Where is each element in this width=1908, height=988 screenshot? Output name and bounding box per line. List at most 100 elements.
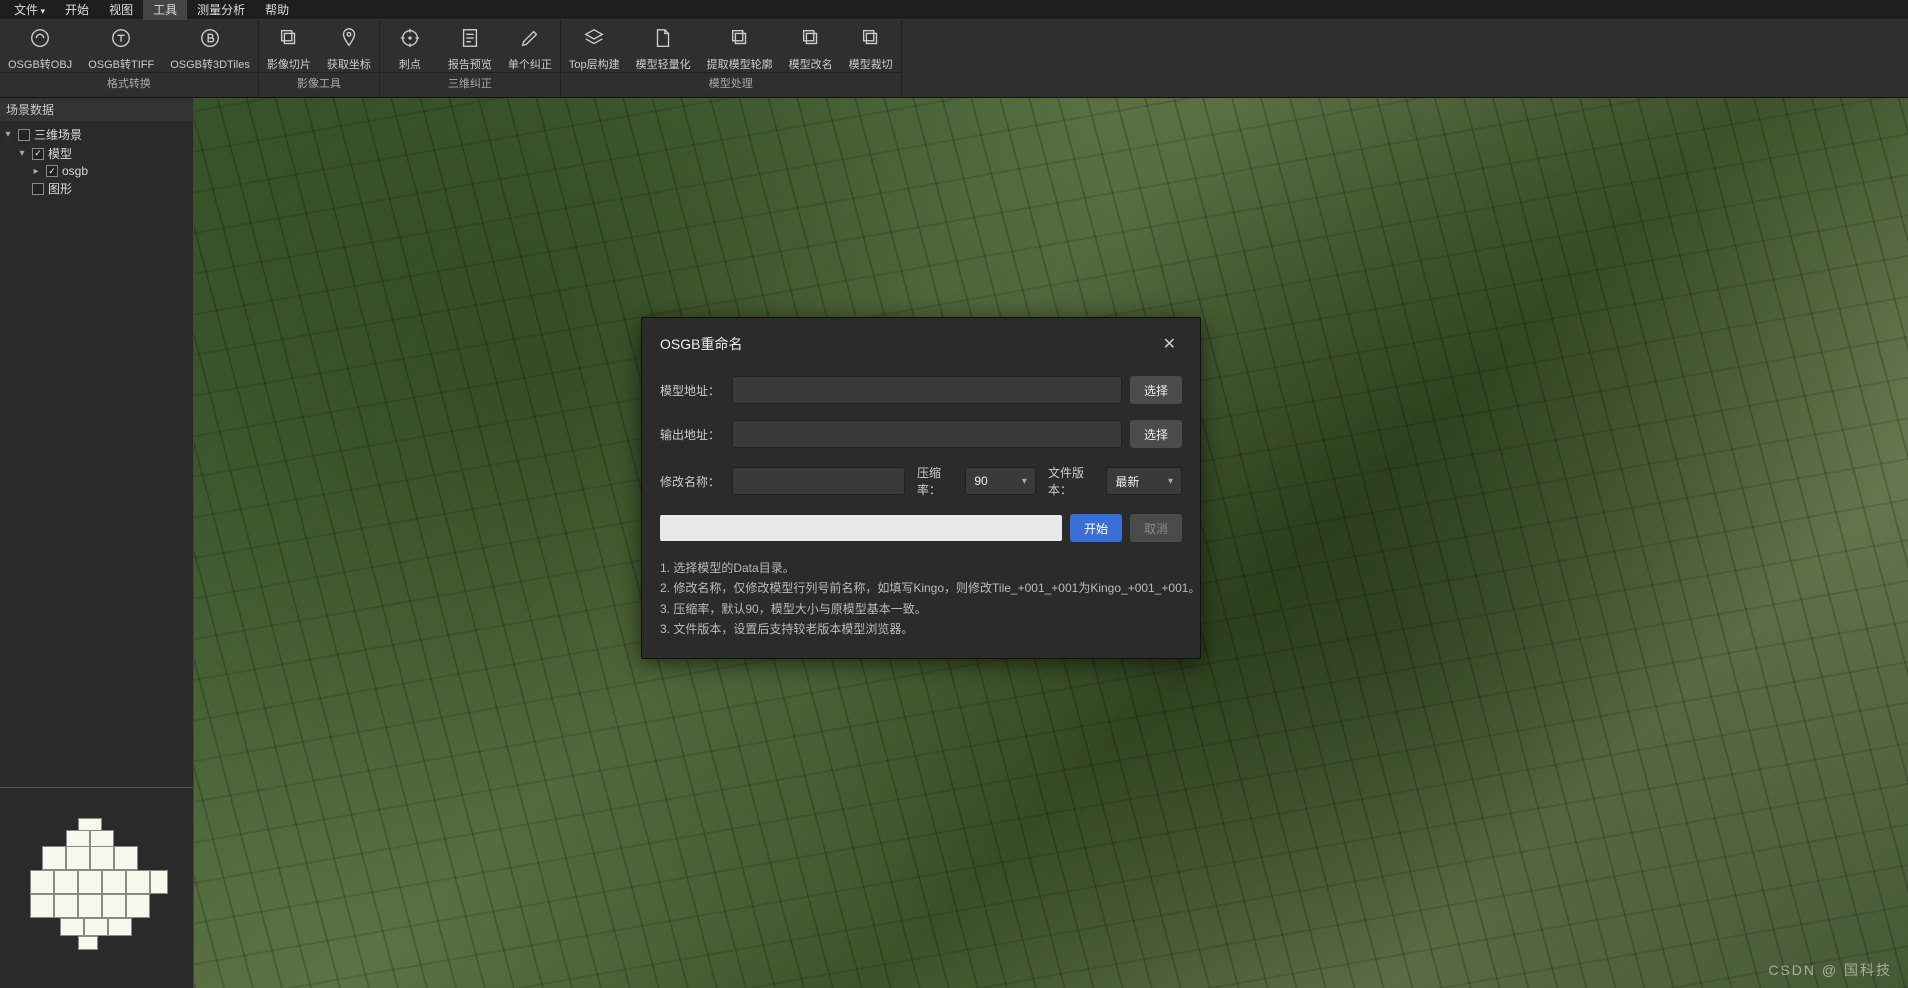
menu-开始[interactable]: 开始 — [55, 0, 99, 20]
osgb-to-tiff-button[interactable]: OSGB转TIFF — [80, 20, 162, 72]
prick-label: 刺点 — [399, 56, 421, 72]
model-path-input[interactable] — [732, 376, 1122, 404]
menu-测量分析[interactable]: 测量分析 — [187, 0, 255, 20]
ribbon-group-模型处理: Top层构建模型轻量化提取模型轮廓模型改名模型裁切模型处理 — [561, 20, 902, 97]
single-correct-button[interactable]: 单个纠正 — [500, 20, 560, 72]
tree-checkbox[interactable] — [18, 129, 30, 141]
osgb-rename-dialog: OSGB重命名 ✕ 模型地址： 选择 输出地址： 选择 修改名称： 压缩率 — [641, 317, 1201, 659]
version-value: 最新 — [1115, 473, 1139, 490]
tree-node-图形[interactable]: 图形 — [2, 179, 191, 198]
compress-label: 压缩率： — [917, 464, 957, 498]
help-line: 3. 压缩率，默认90，模型大小与原模型基本一致。 — [660, 599, 1182, 619]
tree-node-三维场景[interactable]: ▾ 三维场景 — [2, 125, 191, 144]
menu-工具[interactable]: 工具 — [143, 0, 187, 20]
ribbon-group-label: 格式转换 — [0, 72, 258, 94]
report-preview-label: 报告预览 — [448, 56, 492, 72]
tree-label: 三维场景 — [34, 126, 82, 143]
output-path-input[interactable] — [732, 420, 1122, 448]
ribbon-group-label: 模型处理 — [561, 72, 901, 94]
tree-checkbox[interactable] — [32, 148, 44, 160]
tree-toggle-icon[interactable]: ▾ — [2, 129, 14, 140]
copy-icon — [799, 26, 823, 50]
image-tile-label: 影像切片 — [267, 56, 311, 72]
target-icon — [398, 26, 422, 50]
model-path-row: 模型地址： 选择 — [660, 376, 1182, 404]
version-label: 文件版本： — [1048, 464, 1098, 498]
prick-button[interactable]: 刺点 — [380, 20, 440, 72]
pin-icon — [337, 26, 361, 50]
tree-checkbox[interactable] — [46, 165, 58, 177]
compress-select[interactable]: 90 — [965, 467, 1036, 495]
compress-value: 90 — [974, 474, 987, 488]
rename-input[interactable] — [732, 467, 905, 495]
tree-label: 模型 — [48, 145, 72, 162]
start-button[interactable]: 开始 — [1070, 514, 1122, 542]
report-preview-button[interactable]: 报告预览 — [440, 20, 500, 72]
ribbon-group-影像工具: 影像切片获取坐标影像工具 — [259, 20, 380, 97]
model-path-label: 模型地址： — [660, 382, 724, 399]
layers-icon — [582, 26, 606, 50]
dialog-header: OSGB重命名 ✕ — [642, 318, 1200, 366]
help-text: 1. 选择模型的Data目录。2. 修改名称，仅修改模型行列号前名称，如填写Ki… — [660, 558, 1182, 640]
get-coord-label: 获取坐标 — [327, 56, 371, 72]
extract-outline-button[interactable]: 提取模型轮廓 — [699, 20, 781, 72]
menu-视图[interactable]: 视图 — [99, 0, 143, 20]
output-path-row: 输出地址： 选择 — [660, 420, 1182, 448]
minimap[interactable] — [0, 788, 193, 988]
tree-label: 图形 — [48, 180, 72, 197]
model-path-pick-button[interactable]: 选择 — [1130, 376, 1182, 404]
cancel-button[interactable]: 取消 — [1130, 514, 1182, 542]
help-line: 3. 文件版本，设置后支持较老版本模型浏览器。 — [660, 619, 1182, 639]
workspace: 场景数据 ▾ 三维场景 ▾ 模型 ▸ osgb 图形 — [0, 98, 1908, 988]
close-icon[interactable]: ✕ — [1157, 332, 1182, 356]
model-crop-button[interactable]: 模型裁切 — [841, 20, 901, 72]
tree-toggle-icon[interactable]: ▸ — [30, 166, 42, 177]
progress-bar — [660, 515, 1062, 541]
help-line: 2. 修改名称，仅修改模型行列号前名称，如填写Kingo，则修改Tile_+00… — [660, 578, 1182, 598]
menu-文件[interactable]: 文件 — [4, 0, 55, 20]
sidebar: 场景数据 ▾ 三维场景 ▾ 模型 ▸ osgb 图形 — [0, 98, 194, 988]
tree-checkbox[interactable] — [32, 183, 44, 195]
single-correct-label: 单个纠正 — [508, 56, 552, 72]
menu-帮助[interactable]: 帮助 — [255, 0, 299, 20]
tree-toggle-icon[interactable]: ▾ — [16, 148, 28, 159]
progress-row: 开始 取消 — [660, 514, 1182, 542]
dialog-body: 模型地址： 选择 输出地址： 选择 修改名称： 压缩率： 90 文件版本： 最新 — [642, 366, 1200, 658]
pen-icon — [518, 26, 542, 50]
copy-icon — [859, 26, 883, 50]
copy-icon — [728, 26, 752, 50]
rename-label: 修改名称： — [660, 473, 724, 490]
model-rename-button[interactable]: 模型改名 — [781, 20, 841, 72]
convert-c-icon — [28, 26, 52, 50]
tree-node-模型[interactable]: ▾ 模型 — [2, 144, 191, 163]
osgb-to-obj-button[interactable]: OSGB转OBJ — [0, 20, 80, 72]
ribbon-group-格式转换: OSGB转OBJ OSGB转TIFF OSGB转3DTiles格式转换 — [0, 20, 259, 97]
ribbon-group-三维纠正: 刺点报告预览单个纠正三维纠正 — [380, 20, 561, 97]
rename-row: 修改名称： 压缩率： 90 文件版本： 最新 — [660, 464, 1182, 498]
ribbon-toolbar: OSGB转OBJ OSGB转TIFF OSGB转3DTiles格式转换影像切片获取坐… — [0, 20, 1908, 98]
get-coord-button[interactable]: 获取坐标 — [319, 20, 379, 72]
osgb-to-3dtiles-button[interactable]: OSGB转3DTiles — [162, 20, 258, 72]
menubar: 文件开始视图工具测量分析帮助 — [0, 0, 1908, 20]
extract-outline-label: 提取模型轮廓 — [707, 56, 773, 72]
version-select[interactable]: 最新 — [1106, 467, 1182, 495]
output-path-pick-button[interactable]: 选择 — [1130, 420, 1182, 448]
top-rebuild-button[interactable]: Top层构建 — [561, 20, 628, 72]
model-light-label: 模型轻量化 — [636, 56, 691, 72]
scene-tree: ▾ 三维场景 ▾ 模型 ▸ osgb 图形 — [0, 121, 193, 202]
3d-viewport[interactable]: CSDN @ 国科技 OSGB重命名 ✕ 模型地址： 选择 输出地址： 选择 — [194, 98, 1908, 988]
file-icon — [651, 26, 675, 50]
watermark: CSDN @ 国科技 — [1768, 960, 1892, 980]
sidebar-title: 场景数据 — [0, 98, 193, 121]
copy-icon — [277, 26, 301, 50]
osgb-to-3dtiles-label: OSGB转3DTiles — [170, 56, 250, 72]
model-light-button[interactable]: 模型轻量化 — [628, 20, 699, 72]
osgb-to-tiff-label: OSGB转TIFF — [88, 56, 154, 72]
image-tile-button[interactable]: 影像切片 — [259, 20, 319, 72]
tree-label: osgb — [62, 164, 88, 178]
report-icon — [458, 26, 482, 50]
osgb-to-obj-label: OSGB转OBJ — [8, 56, 72, 72]
convert-b-icon — [198, 26, 222, 50]
tree-node-osgb[interactable]: ▸ osgb — [2, 163, 191, 179]
dialog-title: OSGB重命名 — [660, 334, 742, 354]
